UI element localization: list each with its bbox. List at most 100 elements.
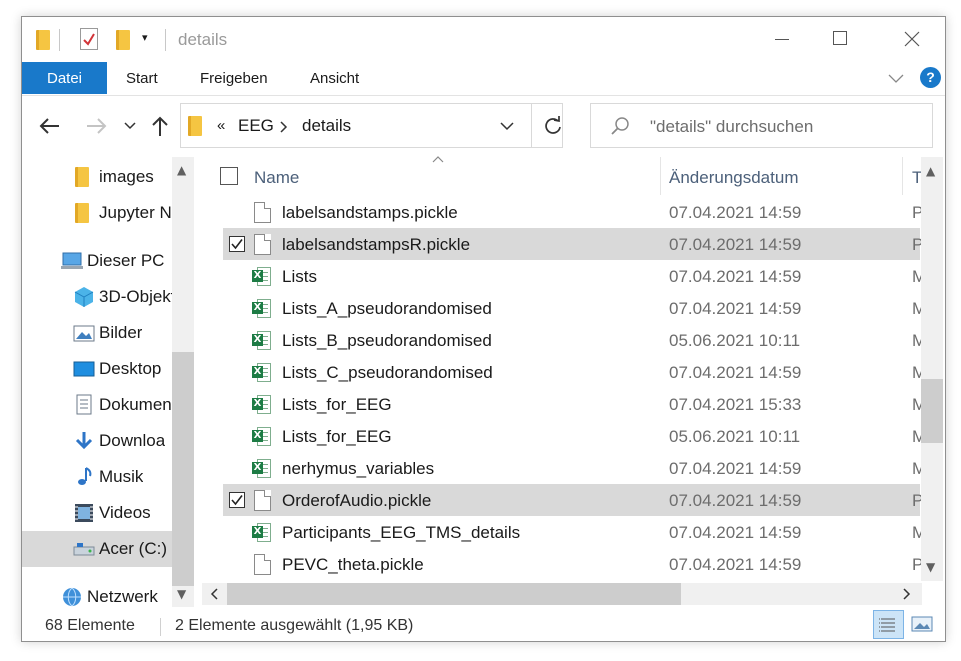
list-scrollbar-thumb[interactable]	[921, 379, 943, 443]
nav-item-label[interactable]: Jupyter N	[99, 203, 172, 223]
excel-file-icon: X	[252, 266, 271, 287]
file-name[interactable]: Lists_C_pseudorandomised	[282, 363, 493, 383]
file-icon	[254, 202, 271, 223]
file-date: 05.06.2021 10:11	[669, 331, 801, 350]
select-all-checkbox[interactable]	[220, 167, 238, 185]
details-view-button[interactable]	[873, 610, 904, 639]
file-name[interactable]: Participants_EEG_TMS_details	[282, 523, 520, 543]
separator	[531, 103, 532, 148]
file-date: 07.04.2021 14:59	[669, 459, 802, 478]
excel-file-icon: X	[252, 394, 271, 415]
desktop-icon	[73, 358, 95, 385]
column-header-date[interactable]: Änderungsdatum	[669, 168, 798, 188]
list-scroll-down-icon[interactable]: ▼	[926, 560, 935, 574]
file-icon	[254, 554, 271, 575]
ribbon-tab-ansicht[interactable]: Ansicht	[310, 70, 359, 87]
close-button[interactable]	[904, 31, 920, 47]
nav-item-label[interactable]: Netzwerk	[87, 587, 158, 607]
nav-item-label[interactable]: 3D-Objekt	[99, 287, 172, 307]
nav-item-label[interactable]: Dieser PC	[87, 251, 164, 271]
up-button[interactable]	[151, 115, 169, 137]
column-header-name[interactable]: Name	[254, 168, 299, 188]
file-name[interactable]: Lists_B_pseudorandomised	[282, 331, 492, 351]
window-title: details	[178, 30, 228, 49]
search-icon	[611, 117, 629, 135]
ribbon-tab-datei[interactable]: Datei	[47, 70, 82, 87]
file-name[interactable]: Lists_A_pseudorandomised	[282, 299, 492, 319]
new-folder-icon[interactable]	[116, 30, 130, 50]
ribbon-tab-start[interactable]: Start	[126, 70, 158, 87]
network-icon	[61, 586, 83, 613]
file-name[interactable]: Lists	[282, 267, 317, 287]
properties-icon[interactable]	[80, 28, 98, 50]
file-date: 07.04.2021 15:33	[669, 395, 802, 414]
back-button[interactable]	[39, 117, 61, 135]
nav-item-label[interactable]: Downloa	[99, 431, 165, 451]
row-checkbox[interactable]	[229, 492, 245, 508]
ribbon-tab-freigeben[interactable]: Freigeben	[200, 70, 268, 87]
nav-item-label[interactable]: Bilder	[99, 323, 142, 343]
separator	[165, 29, 166, 51]
breadcrumb-details[interactable]: details	[302, 116, 351, 136]
explorer-window: ▾ details Datei Start Freigeben Ansicht …	[21, 16, 946, 642]
nav-item-label[interactable]: Videos	[99, 503, 151, 523]
file-row[interactable]	[223, 260, 920, 292]
file-name[interactable]: nerhymus_variables	[282, 459, 434, 479]
file-date: 07.04.2021 14:59	[669, 299, 802, 318]
row-checkbox[interactable]	[229, 236, 245, 252]
separator	[59, 29, 60, 51]
nav-item-label[interactable]: Desktop	[99, 359, 161, 379]
scroll-left-icon[interactable]	[210, 588, 218, 600]
status-item-count: 68 Elemente	[45, 617, 135, 634]
nav-item-label[interactable]: Musik	[99, 467, 143, 487]
file-name[interactable]: labelsandstamps.pickle	[282, 203, 458, 223]
list-scrollbar-track[interactable]	[921, 157, 943, 581]
recent-locations-icon[interactable]	[124, 122, 136, 130]
file-name[interactable]: OrderofAudio.pickle	[282, 491, 431, 511]
nav-item-label[interactable]: images	[99, 167, 154, 187]
breadcrumb-eeg[interactable]: EEG	[238, 116, 274, 136]
nav-item-label[interactable]: Acer (C:)	[99, 539, 167, 559]
quick-access-dropdown-icon[interactable]: ▾	[142, 31, 148, 44]
folder-icon	[75, 167, 89, 187]
horizontal-scrollbar-thumb[interactable]	[227, 583, 681, 605]
nav-scrollbar-thumb[interactable]	[172, 352, 194, 586]
pictures-icon	[73, 322, 95, 349]
excel-file-icon: X	[252, 522, 271, 543]
ribbon-divider	[22, 95, 945, 96]
folder-icon	[36, 30, 50, 50]
file-name[interactable]: Lists_for_EEG	[282, 395, 392, 415]
video-icon	[73, 502, 95, 529]
column-divider	[902, 157, 903, 195]
search-placeholder[interactable]: "details" durchsuchen	[650, 117, 813, 137]
file-name[interactable]: labelsandstampsR.pickle	[282, 235, 470, 255]
maximize-button[interactable]	[833, 31, 847, 45]
file-date: 07.04.2021 14:59	[669, 235, 802, 254]
file-icon	[254, 490, 271, 511]
file-name[interactable]: PEVC_theta.pickle	[282, 555, 424, 575]
large-icons-view-button[interactable]	[910, 614, 934, 634]
nav-scroll-up-icon[interactable]: ▲	[177, 163, 186, 177]
computer-icon	[61, 250, 83, 277]
folder-icon	[75, 203, 89, 223]
file-name[interactable]: Lists_for_EEG	[282, 427, 392, 447]
address-dropdown-icon[interactable]	[500, 122, 514, 131]
file-date: 05.06.2021 10:11	[669, 427, 801, 446]
file-date: 07.04.2021 14:59	[669, 523, 802, 542]
list-scroll-up-icon[interactable]: ▲	[926, 164, 935, 178]
nav-scroll-down-icon[interactable]: ▼	[177, 587, 186, 601]
help-button[interactable]: ?	[920, 67, 941, 88]
column-divider	[660, 157, 661, 195]
minimize-button[interactable]	[775, 39, 789, 40]
breadcrumb-overflow[interactable]: «	[217, 117, 225, 134]
scroll-right-icon[interactable]	[903, 588, 911, 600]
sort-ascending-icon	[432, 156, 444, 163]
status-selection: 2 Elemente ausgewählt (1,95 KB)	[175, 617, 414, 634]
refresh-button[interactable]	[543, 116, 563, 136]
excel-file-icon: X	[252, 362, 271, 383]
document-icon	[73, 394, 95, 421]
ribbon-expand-icon[interactable]	[888, 74, 904, 84]
file-icon	[254, 234, 271, 255]
forward-button[interactable]	[85, 117, 107, 135]
nav-item-label[interactable]: Dokumen	[99, 395, 172, 415]
